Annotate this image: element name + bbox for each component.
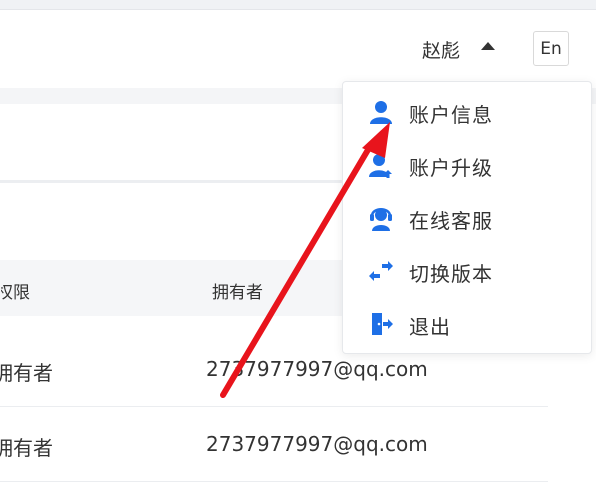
table-cell-owner: 2737977997@qq.com [206, 432, 428, 456]
user-dropdown-menu: 账户信息 账户升级 在线客服 切换版本 退出 [342, 81, 592, 354]
table-cell-permission: 拥有者 [0, 436, 53, 460]
username-label[interactable]: 赵彪 [422, 36, 460, 63]
table-cell-permission: 拥有者 [0, 361, 53, 385]
switch-icon [368, 258, 394, 284]
logout-icon [368, 311, 394, 337]
customer-service-icon [368, 205, 394, 231]
menu-item-account-upgrade[interactable]: 账户升级 [343, 139, 591, 192]
top-border [0, 0, 596, 10]
menu-item-switch-version[interactable]: 切换版本 [343, 245, 591, 298]
table-cell-owner: 2737977997@qq.com [206, 357, 428, 381]
menu-item-account-info[interactable]: 账户信息 [343, 86, 591, 139]
caret-up-icon[interactable] [481, 42, 495, 50]
user-upgrade-icon [368, 152, 394, 178]
column-header-permission: 权限 [0, 283, 30, 303]
row-divider [0, 481, 548, 482]
menu-item-logout[interactable]: 退出 [343, 298, 591, 351]
menu-item-label: 账户升级 [409, 156, 493, 180]
column-header-owner: 拥有者 [212, 283, 263, 303]
row-divider [0, 406, 548, 407]
menu-item-label: 账户信息 [409, 103, 493, 127]
menu-item-label: 在线客服 [409, 209, 493, 233]
menu-item-label: 退出 [409, 315, 451, 339]
menu-item-online-service[interactable]: 在线客服 [343, 192, 591, 245]
menu-item-label: 切换版本 [409, 262, 493, 286]
user-icon [368, 99, 394, 125]
language-button[interactable]: En [533, 31, 569, 66]
